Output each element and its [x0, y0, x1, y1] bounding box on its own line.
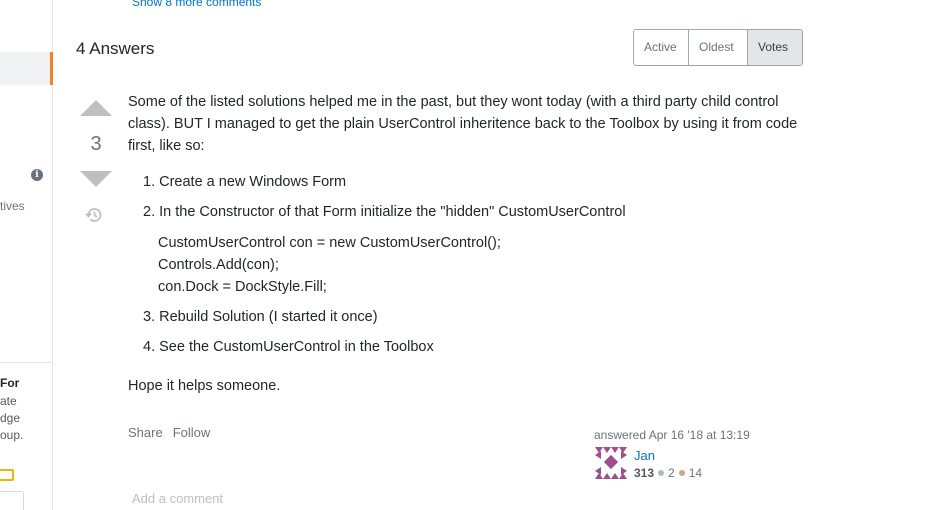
sort-tabs: Active Oldest Votes	[633, 29, 803, 66]
sidebar-teams-title: For	[0, 376, 20, 390]
list-item: 4. See the CustomUserControl in the Tool…	[143, 339, 434, 355]
answered-timestamp: answered Apr 16 '18 at 13:19	[594, 428, 750, 442]
share-link[interactable]: Share	[128, 425, 163, 440]
sidebar-teams-line: ate	[0, 394, 17, 408]
silver-badge-icon	[658, 470, 665, 476]
sidebar-divider	[0, 362, 53, 363]
downvote-arrow-icon[interactable]	[80, 171, 112, 187]
vote-count: 3	[90, 133, 102, 155]
sort-active-button[interactable]: Active	[634, 30, 689, 65]
answer-intro-text: Some of the listed solutions helped me i…	[128, 94, 798, 154]
sort-votes-button[interactable]: Votes	[748, 30, 802, 65]
sidebar-active-item[interactable]	[0, 52, 53, 85]
list-item: 3. Rebuild Solution (I started it once)	[143, 309, 378, 325]
silver-badge-count: 2	[668, 466, 675, 480]
follow-link[interactable]: Follow	[173, 425, 211, 440]
show-more-comments-link[interactable]: Show 8 more comments	[132, 0, 261, 9]
user-name-link[interactable]: Jan	[634, 448, 655, 463]
upvote-arrow-icon[interactable]	[80, 100, 112, 116]
list-item: 2. In the Constructor of that Form initi…	[143, 204, 626, 220]
info-icon[interactable]: i	[31, 169, 43, 181]
code-line: Controls.Add(con);	[158, 257, 279, 273]
chat-icon	[0, 469, 14, 481]
answers-count-heading: 4 Answers	[76, 39, 155, 58]
avatar[interactable]	[595, 447, 627, 479]
post-menu: Share Follow	[128, 425, 210, 440]
code-line: con.Dock = DockStyle.Fill;	[158, 279, 327, 295]
history-icon[interactable]	[84, 205, 104, 225]
sidebar-teams-line: dge	[0, 411, 21, 425]
reputation-score: 313	[634, 466, 655, 480]
add-comment-link[interactable]: Add a comment	[132, 491, 223, 506]
code-line: CustomUserControl con = new CustomUserCo…	[158, 235, 501, 251]
user-stats: 313 2 14	[634, 466, 702, 480]
sidebar-button[interactable]	[0, 491, 24, 510]
sidebar-item-collectives[interactable]: tives	[0, 199, 25, 213]
sort-oldest-button[interactable]: Oldest	[689, 30, 748, 65]
answer-closing-text: Hope it helps someone.	[128, 378, 281, 394]
bronze-badge-count: 14	[688, 466, 703, 480]
sidebar-teams-line: oup.	[0, 428, 24, 442]
list-item: 1. Create a new Windows Form	[143, 174, 347, 190]
bronze-badge-icon	[678, 470, 685, 476]
